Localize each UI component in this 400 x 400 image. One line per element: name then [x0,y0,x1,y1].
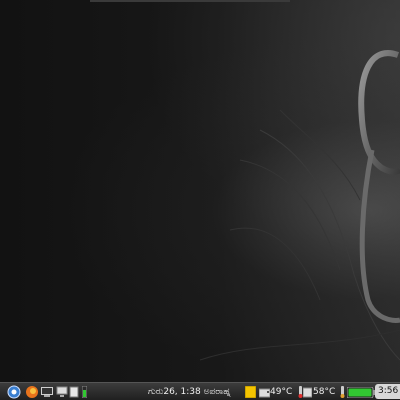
battery-time-box[interactable]: 3:56 [375,384,400,399]
wallpaper-swirl-art [199,50,400,361]
network-icon[interactable] [55,385,69,399]
notes-icon[interactable] [244,385,256,399]
drive-icon[interactable] [302,385,312,399]
datetime-clock[interactable]: ಗುರು26, 1:38 ಅಪರಾಹ್ನ [148,385,231,399]
battery-icon[interactable] [346,385,376,399]
drive-icon[interactable] [258,385,270,399]
battery-time-label: 3:56 [378,386,399,396]
gpu-temperature: 58°C [313,387,336,397]
terminal-icon[interactable] [40,385,54,399]
thermometer-icon [338,385,346,399]
main-menu-icon[interactable] [6,385,22,399]
file-manager-icon[interactable] [68,385,80,399]
battery-indicator-icon[interactable] [80,385,88,399]
firefox-icon[interactable] [24,385,40,399]
desktop-background [0,0,400,382]
cpu-temperature: 49°C [270,387,293,397]
bottom-panel: ಗುರು26, 1:38 ಅಪರಾಹ್ನ 49°C 58°C 3:56 [0,382,400,400]
